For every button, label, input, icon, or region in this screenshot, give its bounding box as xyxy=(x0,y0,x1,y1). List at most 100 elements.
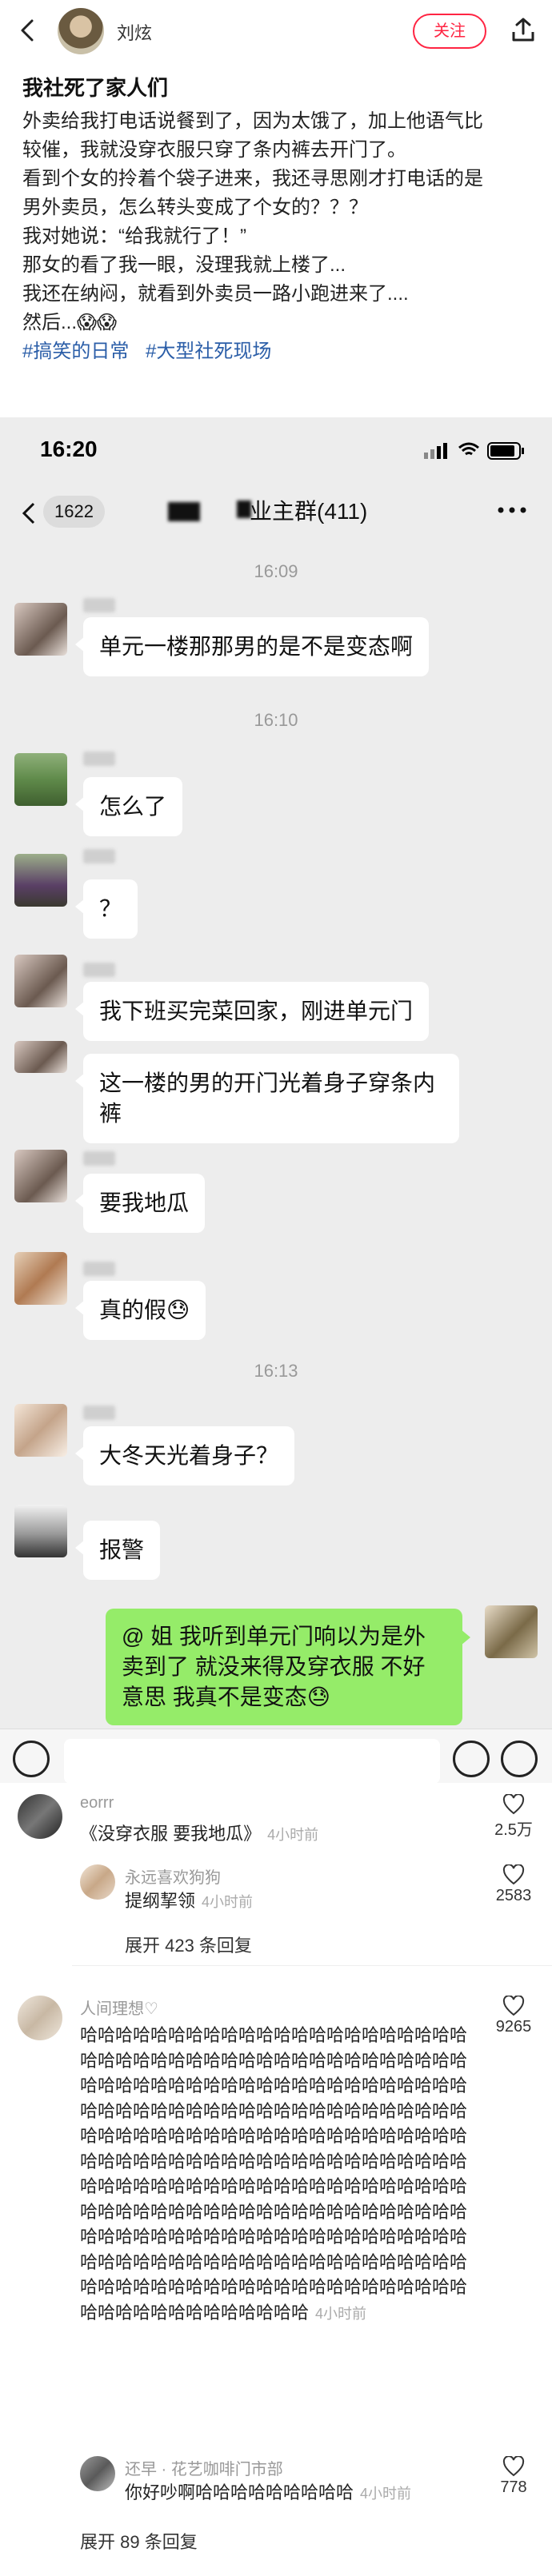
comment-item: eorrr 《没穿衣服 要我地瓜》 4小时前 2.5万 永远喜欢狗狗 提纲挈领 4小… xyxy=(0,1791,552,1975)
post-text-line: 我还在纳闷，就看到外卖员一路小跑进来了.... xyxy=(22,283,409,305)
post-text-line: 看到个女的拎着个袋子进来，我还寻思刚才打电话的是 xyxy=(22,168,483,189)
comment-text: 《没穿衣服 要我地瓜》 4小时前 xyxy=(80,1821,480,1848)
post-text-line: 外卖给我打电话说餐到了，因为太饿了，加上他语气比 xyxy=(22,110,483,132)
chat-message: 真的假😓 xyxy=(74,1281,206,1340)
like-button[interactable]: 2.5万 xyxy=(490,1794,538,1840)
avatar[interactable] xyxy=(14,603,67,656)
chat-time-label: 16:09 xyxy=(254,561,298,581)
heart-icon xyxy=(502,2456,525,2477)
chat-nav-bar: 1622 业主群(411) xyxy=(0,481,552,545)
status-bar: 16:20 xyxy=(0,417,552,481)
reply-time: 4小时前 xyxy=(202,1894,254,1910)
redacted-name xyxy=(83,963,115,977)
avatar[interactable] xyxy=(14,753,67,806)
chat-input-bar xyxy=(0,1729,552,1783)
back-arrow-icon[interactable] xyxy=(14,16,43,45)
chat-screenshot-image: 16:20 1622 业主群(411) 16:09 单元一楼那那男的是不是变态啊… xyxy=(0,417,552,1783)
my-chat-message: @ 姐 我听到单元门响以为是外卖到了 就没来得及穿衣服 不好意思 我真不是变态😓 xyxy=(106,1609,470,1725)
chat-input-field[interactable] xyxy=(64,1739,440,1783)
heart-icon xyxy=(502,1794,525,1815)
expand-replies-link[interactable]: 展开 423 条回复 xyxy=(125,1932,252,1957)
heart-icon xyxy=(502,1996,525,2016)
like-count: 9265 xyxy=(495,2018,532,2036)
redacted-name xyxy=(83,1151,115,1166)
chat-time-label: 16:10 xyxy=(254,710,298,730)
avatar[interactable] xyxy=(14,1041,67,1073)
avatar[interactable] xyxy=(14,1505,67,1557)
chat-message: 报警 xyxy=(74,1521,161,1580)
post-text-line: 那女的看了我一眼，没理我就上楼了... xyxy=(22,254,346,276)
hashtag-link[interactable]: #大型社死现场 xyxy=(146,341,271,362)
like-button[interactable]: 2583 xyxy=(490,1864,538,1905)
my-avatar[interactable] xyxy=(485,1605,538,1658)
reply-body: 提纲挈领 xyxy=(125,1891,196,1911)
comment-time: 4小时前 xyxy=(267,1827,319,1843)
reply-body: 你好吵啊哈哈哈哈哈哈哈哈哈 xyxy=(125,2482,354,2502)
reply-time: 4小时前 xyxy=(360,2486,412,2502)
status-icons xyxy=(424,442,524,460)
comment-item: 人间理想♡ 哈哈哈哈哈哈哈哈哈哈哈哈哈哈哈哈哈哈哈哈哈哈哈哈哈哈哈哈哈哈哈哈哈哈… xyxy=(0,1992,552,2568)
redacted-name xyxy=(83,1262,115,1276)
follow-button[interactable]: 关注 xyxy=(413,14,486,49)
author-avatar[interactable] xyxy=(58,8,104,54)
chevron-left-icon[interactable] xyxy=(18,499,42,528)
comment-username[interactable]: 人间理想♡ xyxy=(80,1996,158,2019)
hashtag-link[interactable]: #搞笑的日常 xyxy=(22,341,129,362)
redacted-name xyxy=(83,849,115,863)
chat-message: ？ xyxy=(74,879,138,939)
reply-avatar[interactable] xyxy=(80,1864,115,1900)
post-text-line: 较催，我就没穿衣服只穿了条内裤去开门了。 xyxy=(22,139,406,161)
redacted-name xyxy=(83,1406,115,1420)
reply-text: 提纲挈领 4小时前 xyxy=(125,1888,477,1915)
plus-icon[interactable] xyxy=(501,1741,538,1777)
avatar[interactable] xyxy=(14,955,67,1007)
post-text-line: 男外卖员，怎么转头变成了个女的？？？ xyxy=(22,197,368,218)
avatar[interactable] xyxy=(14,1252,67,1305)
post-body: 我社死了家人们 外卖给我打电话说餐到了，因为太饿了，加上他语气比 较催，我就没穿… xyxy=(22,74,534,366)
emoji-icon[interactable] xyxy=(453,1741,490,1777)
redacted-name xyxy=(83,752,115,766)
chat-message: 大冬天光着身子？ xyxy=(74,1426,295,1485)
comment-text: 哈哈哈哈哈哈哈哈哈哈哈哈哈哈哈哈哈哈哈哈哈哈哈哈哈哈哈哈哈哈哈哈哈哈哈哈哈哈哈哈… xyxy=(80,2023,477,2327)
reply-username[interactable]: 还早 · 花艺咖啡门市部 xyxy=(125,2456,283,2479)
avatar[interactable] xyxy=(14,1150,67,1202)
post-text-line: 然后...😱😱 xyxy=(22,312,118,333)
avatar[interactable] xyxy=(14,1404,67,1457)
chat-message: 要我地瓜 xyxy=(74,1174,206,1233)
chat-message: 我下班买完菜回家，刚进单元门 xyxy=(74,982,430,1041)
heart-icon xyxy=(502,1864,525,1885)
redacted-mark xyxy=(168,502,200,521)
like-button[interactable]: 9265 xyxy=(490,1996,538,2036)
chat-time-label: 16:13 xyxy=(254,1361,298,1381)
voice-icon[interactable] xyxy=(13,1741,50,1777)
divider xyxy=(72,1965,552,1966)
like-button[interactable]: 778 xyxy=(490,2456,538,2497)
share-icon[interactable] xyxy=(507,14,539,46)
hashtag-row: #搞笑的日常 #大型社死现场 xyxy=(22,337,534,366)
chat-group-title: 业主群(411) xyxy=(250,499,368,524)
reply-username[interactable]: 永远喜欢狗狗 xyxy=(125,1864,221,1888)
chat-message: 这一楼的男的开门光着身子穿条内裤 xyxy=(75,1054,459,1143)
chat-message: 单元一楼那那男的是不是变态啊 xyxy=(74,617,430,676)
post-header: 刘炫 关注 xyxy=(0,0,552,64)
comment-username[interactable]: eorrr xyxy=(80,1794,114,1812)
post-text-line: 我对她说：“给我就行了！” xyxy=(22,225,246,247)
like-count: 778 xyxy=(500,2478,527,2496)
like-count: 2.5万 xyxy=(494,1821,533,1839)
unread-count-badge[interactable]: 1622 xyxy=(43,496,105,528)
reply-avatar[interactable] xyxy=(80,2456,115,2491)
reply-text: 你好吵啊哈哈哈哈哈哈哈哈哈 4小时前 xyxy=(125,2480,477,2506)
comment-avatar[interactable] xyxy=(18,1996,62,2040)
status-time: 16:20 xyxy=(40,437,98,461)
chat-message: 怎么了 xyxy=(74,777,183,836)
like-count: 2583 xyxy=(495,1887,532,1904)
redacted-name xyxy=(83,598,115,612)
expand-replies-link[interactable]: 展开 89 条回复 xyxy=(80,2528,198,2554)
comment-avatar[interactable] xyxy=(18,1794,62,1839)
comment-body: 《没穿衣服 要我地瓜》 xyxy=(80,1824,262,1844)
more-dots-icon[interactable] xyxy=(496,502,528,518)
avatar[interactable] xyxy=(14,854,67,907)
comment-time: 4小时前 xyxy=(315,2305,367,2322)
author-name[interactable]: 刘炫 xyxy=(117,19,152,45)
post-title: 我社死了家人们 xyxy=(22,76,169,100)
